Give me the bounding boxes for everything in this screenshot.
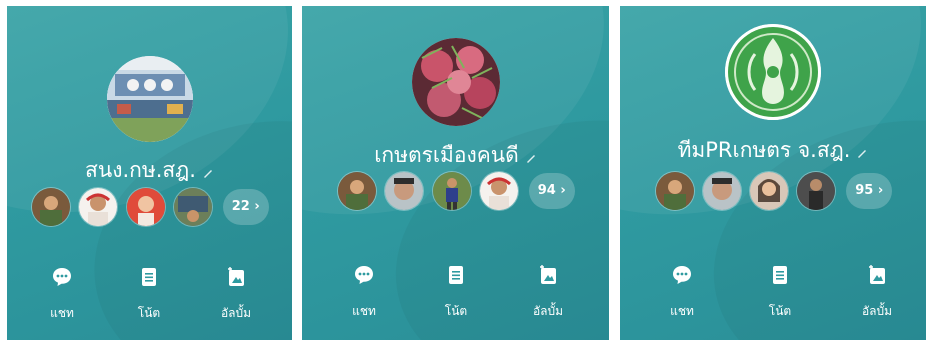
group-avatar[interactable] <box>106 56 193 142</box>
group-avatar[interactable] <box>411 38 500 126</box>
group-panel-3: ทีมPRเกษตร จ.สฎ. 95 › แชท โน้ต อัลบั้ม <box>620 6 926 340</box>
member-avatars[interactable]: 94 › <box>302 172 609 212</box>
chat-bubble-icon <box>355 266 373 284</box>
album-label: อัลบั้ม <box>861 304 893 318</box>
member-avatar[interactable] <box>338 172 377 210</box>
member-count-button[interactable]: 22 › <box>222 189 269 225</box>
album-label: อัลบั้ม <box>220 306 252 320</box>
member-count: 95 <box>855 183 874 198</box>
member-avatars[interactable]: 95 › <box>620 172 926 212</box>
member-avatar[interactable] <box>432 172 471 210</box>
note-button[interactable]: โน้ต <box>114 266 184 323</box>
group-panel-2: เกษตรเมืองคนดี 94 › แชท โน้ต อัลบั้ม <box>302 6 609 340</box>
chevron-right-icon: › <box>254 199 260 214</box>
group-name: ทีมPRเกษตร จ.สฎ. <box>677 138 851 162</box>
album-button[interactable]: อัลบั้ม <box>513 264 583 321</box>
note-label: โน้ต <box>768 304 792 318</box>
album-icon <box>540 265 556 284</box>
group-avatar[interactable] <box>725 24 821 120</box>
member-avatar[interactable] <box>126 188 165 226</box>
chevron-right-icon: › <box>560 183 566 198</box>
note-button[interactable]: โน้ต <box>421 264 491 321</box>
album-label: อัลบั้ม <box>532 304 564 318</box>
member-avatar[interactable] <box>79 188 118 226</box>
chat-bubble-icon <box>673 266 691 284</box>
member-avatar[interactable] <box>173 188 212 226</box>
member-avatar[interactable] <box>479 172 518 210</box>
chevron-right-icon: › <box>877 183 884 198</box>
note-button[interactable]: โน้ต <box>745 264 815 321</box>
chat-button[interactable]: แชท <box>329 264 399 321</box>
member-count: 94 <box>537 183 556 198</box>
member-avatar[interactable] <box>385 172 424 210</box>
member-count: 22 <box>231 199 250 214</box>
pencil-icon[interactable] <box>202 167 214 179</box>
note-icon <box>142 268 156 286</box>
member-avatar[interactable] <box>750 172 788 210</box>
note-icon <box>449 266 463 284</box>
chat-bubble-icon <box>53 268 71 286</box>
group-name: เกษตรเมืองคนดี <box>374 143 519 167</box>
chat-label: แชท <box>352 304 376 318</box>
member-avatars[interactable]: 22 › <box>7 188 292 228</box>
note-icon <box>773 266 787 284</box>
note-label: โน้ต <box>444 304 468 318</box>
pencil-icon[interactable] <box>525 152 537 164</box>
member-avatar[interactable] <box>32 188 71 226</box>
album-icon <box>228 267 244 286</box>
group-panel-1: สนง.กษ.สฎ. 22 › แชท โน้ต อัลบั้ม <box>7 6 292 340</box>
pencil-icon[interactable] <box>856 147 868 159</box>
chat-label: แชท <box>50 306 74 320</box>
album-button[interactable]: อัลบั้ม <box>842 264 912 321</box>
chat-button[interactable]: แชท <box>27 266 97 323</box>
album-button[interactable]: อัลบั้ม <box>201 266 271 323</box>
chat-button[interactable]: แชท <box>647 264 717 321</box>
album-icon <box>869 265 885 284</box>
member-count-button[interactable]: 94 › <box>528 173 575 209</box>
note-label: โน้ต <box>137 306 161 320</box>
member-avatar[interactable] <box>797 172 836 210</box>
group-name: สนง.กษ.สฎ. <box>85 158 196 182</box>
member-avatar[interactable] <box>655 172 694 210</box>
member-count-button[interactable]: 95 › <box>846 173 893 209</box>
chat-label: แชท <box>670 304 694 318</box>
member-avatar[interactable] <box>702 172 741 210</box>
